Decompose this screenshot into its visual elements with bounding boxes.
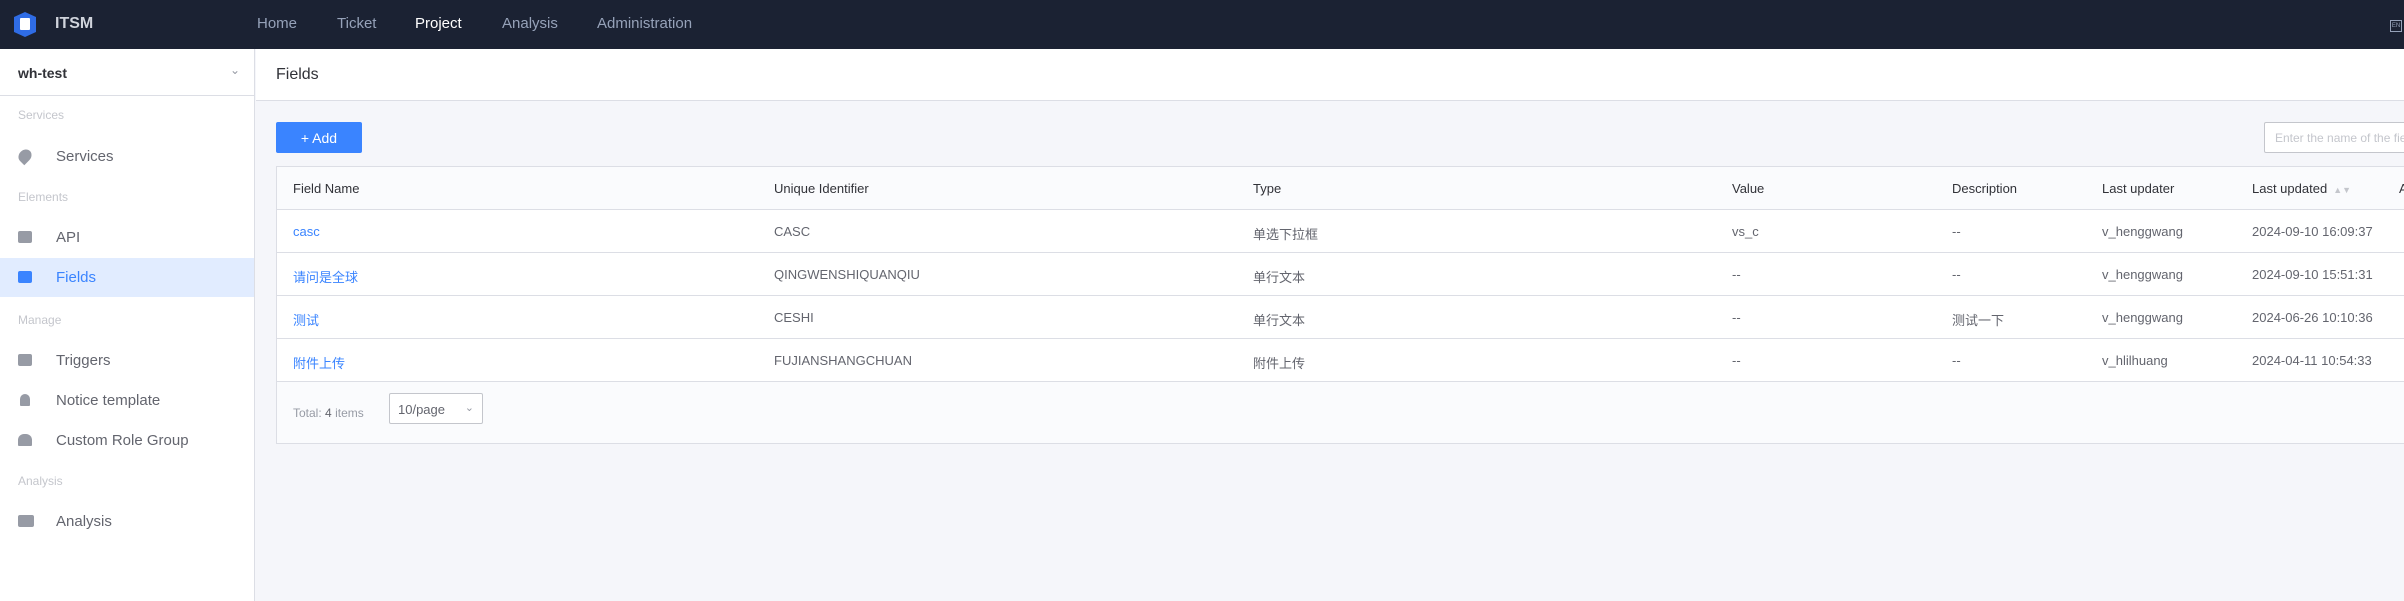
section-elements: Elements xyxy=(18,190,69,204)
table-cell: 2024-09-10 15:51:31 xyxy=(2252,267,2373,282)
table-cell: 2024-04-11 10:54:33 xyxy=(2252,353,2372,368)
sidebar-item-triggers[interactable]: Triggers xyxy=(0,341,254,380)
sliders-icon xyxy=(18,354,32,366)
table-cell: vs_c xyxy=(1732,224,1759,239)
total-prefix: Total: xyxy=(293,406,322,420)
column-header: Unique Identifier xyxy=(774,181,869,196)
table-cell: 测试一下 xyxy=(1952,313,2005,328)
nav-analysis[interactable]: Analysis xyxy=(502,15,558,32)
search-input[interactable] xyxy=(2264,122,2404,153)
nav-project[interactable]: Project xyxy=(415,15,462,32)
table-cell: FUJIANSHANGCHUAN xyxy=(774,353,912,368)
fields-table: Field Name Unique Identifier Type Value … xyxy=(276,166,2404,444)
chevron-down-icon: ⌄ xyxy=(229,63,240,77)
nav-ticket[interactable]: Ticket xyxy=(337,15,376,32)
table-cell: 单选下拉框 xyxy=(1253,227,1319,242)
heart-icon xyxy=(15,146,35,166)
table-cell: -- xyxy=(1952,353,1961,368)
column-header: Field Name xyxy=(293,181,360,196)
column-header: A xyxy=(2399,181,2404,196)
table-cell: -- xyxy=(1732,353,1741,368)
sidebar-item-label: Triggers xyxy=(56,352,111,369)
table-cell: -- xyxy=(1732,267,1741,282)
app-title[interactable]: ITSM xyxy=(55,15,93,33)
sidebar-item-label: Fields xyxy=(56,269,97,286)
sidebar-item-services[interactable]: Services xyxy=(0,137,254,176)
total-count: 4 xyxy=(325,406,332,420)
text-field-icon xyxy=(18,271,32,283)
sidebar: wh-test ⌄ Services Services Elements API … xyxy=(0,49,255,601)
project-selector[interactable]: wh-test ⌄ xyxy=(0,49,254,96)
table-cell: CESHI xyxy=(774,310,814,325)
sidebar-item-fields[interactable]: Fields xyxy=(0,258,254,297)
sidebar-item-notice-template[interactable]: Notice template xyxy=(0,381,254,420)
table-cell: -- xyxy=(1952,224,1961,239)
page-size-value: 10/page xyxy=(398,402,445,417)
table-header: Field Name Unique Identifier Type Value … xyxy=(277,167,2404,210)
page-size-select[interactable]: 10/page ⌄ xyxy=(389,393,483,424)
table-cell: 2024-09-10 16:09:37 xyxy=(2252,224,2373,239)
table-cell: v_henggwang xyxy=(2102,224,2183,239)
table-cell: v_hlilhuang xyxy=(2102,353,2168,368)
section-manage: Manage xyxy=(18,313,62,327)
pagination-total: Total: 4 items xyxy=(293,406,364,420)
user-group-icon xyxy=(18,434,32,446)
table-cell: 单行文本 xyxy=(1253,313,1306,328)
table-cell: -- xyxy=(1732,310,1741,325)
chart-icon xyxy=(18,515,34,527)
top-bar: ITSM Home Ticket Project Analysis Admini… xyxy=(0,0,2404,49)
chevron-down-icon: ⌄ xyxy=(464,402,474,414)
table-cell: CASC xyxy=(774,224,811,239)
table-cell: 单行文本 xyxy=(1253,270,1306,285)
table-row: casc CASC 单选下拉框 vs_c -- v_henggwang 2024-09-10… xyxy=(277,210,2404,253)
column-header-last-updated[interactable]: Last updated ▲▼ xyxy=(2252,181,2351,196)
field-name-link[interactable]: 附件上传 xyxy=(293,353,345,372)
page-title: Fields xyxy=(276,66,319,83)
field-name-link[interactable]: casc xyxy=(293,224,320,239)
bell-icon xyxy=(20,394,30,406)
page-header: Fields xyxy=(256,49,2404,101)
field-name-link[interactable]: 测试 xyxy=(293,310,319,329)
column-header: Value xyxy=(1732,181,1765,196)
sidebar-item-custom-role-group[interactable]: Custom Role Group xyxy=(0,421,254,460)
language-icon[interactable]: EN xyxy=(2390,20,2402,32)
total-suffix: items xyxy=(335,406,364,420)
itsm-logo-icon[interactable] xyxy=(14,12,36,37)
sidebar-item-api[interactable]: API xyxy=(0,218,254,257)
table-row: 请问是全球 QINGWENSHIQUANQIU 单行文本 -- -- v_henggwan… xyxy=(277,253,2404,296)
sidebar-item-label: Custom Role Group xyxy=(56,432,189,449)
table-cell: -- xyxy=(1952,267,1961,282)
nav-administration[interactable]: Administration xyxy=(597,15,692,32)
sidebar-item-label: Services xyxy=(56,148,114,165)
column-header: Description xyxy=(1952,181,2018,196)
column-header: Last updater xyxy=(2102,181,2175,196)
api-icon xyxy=(18,231,32,243)
section-analysis: Analysis xyxy=(18,474,63,488)
sidebar-item-label: Analysis xyxy=(56,513,112,530)
section-services: Services xyxy=(18,108,65,122)
table-row: 测试 CESHI 单行文本 -- 测试一下 v_henggwang 2024-06-26 1… xyxy=(277,296,2404,339)
table-cell: 2024-06-26 10:10:36 xyxy=(2252,310,2373,325)
table-row: 附件上传 FUJIANSHANGCHUAN 附件上传 -- -- v_hlilhuang 2… xyxy=(277,339,2404,382)
sidebar-item-label: API xyxy=(56,229,81,246)
table-cell: v_henggwang xyxy=(2102,310,2183,325)
sort-icon[interactable]: ▲▼ xyxy=(2333,185,2351,195)
column-header-label: Last updated xyxy=(2252,181,2328,196)
nav-home[interactable]: Home xyxy=(257,15,297,32)
project-name: wh-test xyxy=(18,65,67,81)
table-cell: 附件上传 xyxy=(1253,356,1306,371)
table-cell: QINGWENSHIQUANQIU xyxy=(774,267,920,282)
column-header: Type xyxy=(1253,181,1282,196)
sidebar-item-label: Notice template xyxy=(56,392,161,409)
add-button[interactable]: + Add xyxy=(276,122,362,153)
sidebar-item-analysis[interactable]: Analysis xyxy=(0,502,254,541)
field-name-link[interactable]: 请问是全球 xyxy=(293,267,358,286)
table-cell: v_henggwang xyxy=(2102,267,2183,282)
